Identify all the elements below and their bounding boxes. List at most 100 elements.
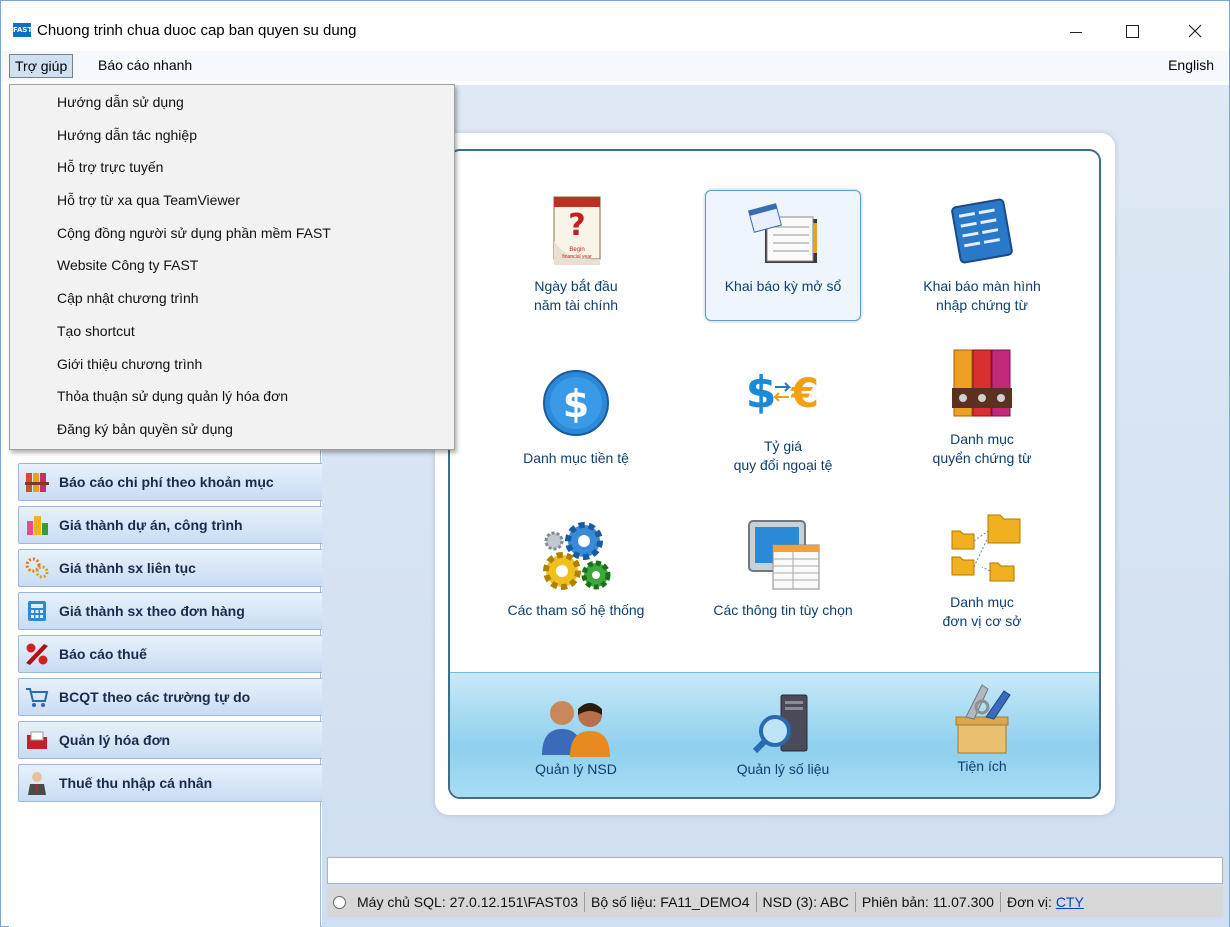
help-menu-dropdown: Hướng dẫn sử dụng Hướng dẫn tác nghiệp H… <box>9 84 455 450</box>
command-input[interactable] <box>327 857 1223 884</box>
toolbox-icon <box>942 677 1022 757</box>
menu-help[interactable]: Trợ giúp <box>9 54 74 78</box>
svg-text:?: ? <box>568 208 585 243</box>
checklist-board-icon <box>942 191 1022 271</box>
sidebar-item-order-cost[interactable]: Giá thành sx theo đơn hàng <box>18 592 325 630</box>
tile-voucher-books[interactable]: Danh mục quyển chứng từ <box>904 344 1060 468</box>
sidebar-item-tax-report[interactable]: Báo cáo thuế <box>18 635 325 673</box>
status-unit-link[interactable]: CTY <box>1056 894 1084 910</box>
svg-text:$: $ <box>746 367 777 418</box>
buildings-icon <box>25 513 49 537</box>
language-english[interactable]: English <box>1163 54 1219 78</box>
dollar-coin-icon: $ <box>536 363 616 443</box>
tile-label: Danh mục đơn vị cơ sở <box>904 593 1060 631</box>
sidebar-item-project-cost[interactable]: Giá thành dự án, công trình <box>18 506 325 544</box>
tile-options[interactable]: Các thông tin tùy chọn <box>705 515 861 620</box>
tile-currency-list[interactable]: $ Danh mục tiền tệ <box>498 363 654 468</box>
tile-label-line1: Khai báo kỳ mở sổ <box>724 278 842 294</box>
tile-label: Danh mục tiền tệ <box>498 449 654 468</box>
menu-quick-report[interactable]: Báo cáo nhanh <box>93 54 197 78</box>
menu-item-operation-guide[interactable]: Hướng dẫn tác nghiệp <box>10 119 454 152</box>
sidebar-item-personal-income-tax[interactable]: Thuế thu nhập cá nhân <box>18 764 325 802</box>
tile-label-line1: Tiện ích <box>957 758 1007 774</box>
calendar-page-icon: ? Begin financial year <box>536 191 616 271</box>
tile-exchange-rate[interactable]: $ € Tỷ giá quy đổi ngoại tệ <box>705 357 861 475</box>
tile-label: Các tham số hệ thống <box>498 601 654 620</box>
close-icon <box>1188 24 1202 38</box>
tile-label: Các thông tin tùy chọn <box>705 601 861 620</box>
status-version: Phiên bản: 11.07.300 <box>856 892 1001 912</box>
tile-label-line1: Khai báo màn hình <box>923 278 1041 294</box>
sidebar-item-label: Giá thành sx liên tục <box>59 560 196 576</box>
menu-item-register-license[interactable]: Đăng ký bản quyền sử dụng <box>10 413 454 446</box>
minimize-button[interactable] <box>1053 11 1099 51</box>
status-server: Máy chủ SQL: 27.0.12.151\FAST03 <box>351 892 586 912</box>
folders-icon <box>25 470 49 494</box>
close-button[interactable] <box>1172 11 1218 51</box>
tile-opening-period[interactable]: Khai báo kỳ mở sổ <box>705 190 861 321</box>
tile-label-line2: nhập chứng từ <box>936 297 1028 313</box>
menu-item-user-guide[interactable]: Hướng dẫn sử dụng <box>10 86 454 119</box>
tile-fiscal-year-start[interactable]: ? Begin financial year Ngày bắt đầu năm … <box>498 191 654 315</box>
app-window: FAST Chuong trinh chua duoc cap ban quye… <box>0 0 1230 927</box>
menu-item-create-shortcut[interactable]: Tạo shortcut <box>10 315 454 348</box>
svg-text:$: $ <box>563 382 589 426</box>
sidebar-item-label: Giá thành sx theo đơn hàng <box>59 603 245 619</box>
currency-exchange-icon: $ € <box>743 357 823 437</box>
tile-user-mgmt[interactable]: Quản lý NSD <box>498 695 654 779</box>
tile-label-line1: Các tham số hệ thống <box>507 602 645 618</box>
calculator-icon <box>25 599 49 623</box>
database-search-icon <box>743 691 823 757</box>
percent-icon <box>25 642 49 666</box>
menu-item-update[interactable]: Cập nhật chương trình <box>10 282 454 315</box>
sidebar-item-continuous-cost[interactable]: Giá thành sx liên tục <box>18 549 325 587</box>
menu-item-invoice-agreement[interactable]: Thỏa thuận sử dụng quản lý hóa đơn <box>10 380 454 413</box>
app-logo-icon: FAST <box>13 23 32 37</box>
menu-item-online-support[interactable]: Hỗ trợ trực tuyến <box>10 151 454 184</box>
sidebar-item-label: Báo cáo chi phí theo khoản mục <box>59 474 274 490</box>
menu-bar: Trợ giúp Báo cáo nhanh English <box>1 51 1229 81</box>
tile-label-line1: Danh mục <box>950 594 1014 610</box>
tile-label-line1: Các thông tin tùy chọn <box>713 602 853 618</box>
tile-label: Ngày bắt đầu năm tài chính <box>498 277 654 315</box>
tile-data-mgmt[interactable]: Quản lý số liệu <box>705 691 861 779</box>
users-icon <box>536 695 616 757</box>
sidebar-item-invoice-mgmt[interactable]: Quản lý hóa đơn <box>18 721 325 759</box>
maximize-button[interactable] <box>1109 11 1155 51</box>
svg-text:€: € <box>790 371 819 417</box>
tile-label-line1: Danh mục tiền tệ <box>523 450 629 466</box>
menu-item-website[interactable]: Website Công ty FAST <box>10 249 454 282</box>
folder-tree-icon <box>942 507 1022 587</box>
tile-base-units[interactable]: Danh mục đơn vị cơ sở <box>904 507 1060 631</box>
sidebar-item-label: Thuế thu nhập cá nhân <box>59 775 213 791</box>
tile-label-line1: Ngày bắt đầu <box>534 278 618 294</box>
menu-item-community[interactable]: Cộng đồng người sử dụng phần mềm FAST <box>10 217 454 250</box>
status-indicator-radio[interactable] <box>333 895 346 909</box>
tile-utilities[interactable]: Tiện ích <box>904 677 1060 776</box>
sidebar-item-cost-report[interactable]: Báo cáo chi phí theo khoản mục <box>18 463 325 501</box>
tile-label: Quản lý NSD <box>498 760 654 779</box>
tile-label-line1: Tỷ giá <box>763 438 803 454</box>
cart-icon <box>25 685 49 709</box>
status-database: Bộ số liệu: FA11_DEMO4 <box>585 892 757 912</box>
calendar-text: Begin <box>569 247 584 253</box>
status-user: NSD (3): ABC <box>757 892 856 912</box>
tile-label-line1: Danh mục <box>950 431 1014 447</box>
invoice-folder-icon <box>25 728 49 752</box>
tile-label-line1: Quản lý NSD <box>535 761 617 777</box>
status-unit-label: Đơn vị: <box>1006 894 1052 910</box>
sidebar-item-bcqt[interactable]: BCQT theo các trường tự do <box>18 678 325 716</box>
title-bar: FAST Chuong trinh chua duoc cap ban quye… <box>1 1 1229 51</box>
tile-label-line1: Quản lý số liệu <box>736 761 830 777</box>
tile-label: Tỷ giá quy đổi ngoại tệ <box>705 437 861 475</box>
calendar-subtext: financial year <box>562 254 592 260</box>
sidebar-item-label: Quản lý hóa đơn <box>59 732 171 748</box>
tile-label: Khai báo màn hình nhập chứng từ <box>904 277 1060 315</box>
tile-label-line2: quy đổi ngoại tệ <box>733 457 833 473</box>
tile-label-line2: năm tài chính <box>533 297 619 313</box>
tile-label: Tiện ích <box>904 757 1060 776</box>
tile-system-params[interactable]: Các tham số hệ thống <box>498 515 654 620</box>
menu-item-teamviewer-support[interactable]: Hỗ trợ từ xa qua TeamViewer <box>10 184 454 217</box>
tile-voucher-screen[interactable]: Khai báo màn hình nhập chứng từ <box>904 191 1060 315</box>
menu-item-about[interactable]: Giới thiệu chương trình <box>10 348 454 381</box>
